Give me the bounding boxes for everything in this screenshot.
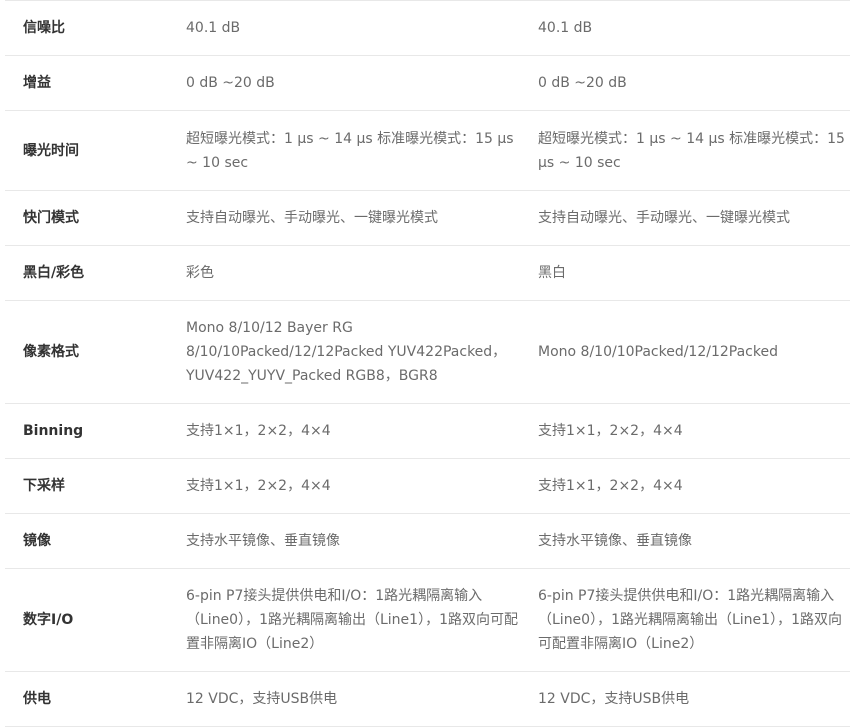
row-value-2: 支持水平镜像、垂直镜像 bbox=[538, 533, 692, 549]
row-value-1: 超短曝光模式：1 μs ~ 14 μs 标准曝光模式：15 μs ~ 10 se… bbox=[186, 130, 514, 171]
row-label: 黑白/彩色 bbox=[23, 265, 85, 281]
row-label: 下采样 bbox=[23, 478, 65, 494]
row-value-1: 支持1×1，2×2，4×4 bbox=[186, 423, 331, 439]
row-label: 供电 bbox=[23, 691, 51, 707]
row-value-2: 支持自动曝光、手动曝光、一键曝光模式 bbox=[538, 210, 790, 226]
row-label: Binning bbox=[23, 423, 84, 439]
row-value-2: 黑白 bbox=[538, 265, 566, 281]
row-label: 像素格式 bbox=[23, 344, 79, 360]
row-value-2: 支持1×1，2×2，4×4 bbox=[538, 423, 683, 439]
row-label: 信噪比 bbox=[23, 20, 65, 36]
table-row: 增益 0 dB ~20 dB 0 dB ~20 dB bbox=[5, 55, 850, 111]
row-label: 镜像 bbox=[23, 533, 51, 549]
table-row: 数字I/O 6-pin P7接头提供供电和I/O：1路光耦隔离输入（Line0）… bbox=[5, 568, 850, 672]
row-value-2: 0 dB ~20 dB bbox=[538, 75, 627, 91]
table-row: 曝光时间 超短曝光模式：1 μs ~ 14 μs 标准曝光模式：15 μs ~ … bbox=[5, 110, 850, 191]
row-value-1: 40.1 dB bbox=[186, 20, 241, 36]
table-row: 快门模式 支持自动曝光、手动曝光、一键曝光模式 支持自动曝光、手动曝光、一键曝光… bbox=[5, 190, 850, 246]
row-label: 数字I/O bbox=[23, 612, 74, 628]
row-value-1: 0 dB ~20 dB bbox=[186, 75, 275, 91]
row-value-1: 支持1×1，2×2，4×4 bbox=[186, 478, 331, 494]
table-row: 镜像 支持水平镜像、垂直镜像 支持水平镜像、垂直镜像 bbox=[5, 513, 850, 569]
table-row: 信噪比 40.1 dB 40.1 dB bbox=[5, 0, 850, 56]
row-label: 增益 bbox=[23, 75, 51, 91]
row-value-1: 支持自动曝光、手动曝光、一键曝光模式 bbox=[186, 210, 438, 226]
table-row: 黑白/彩色 彩色 黑白 bbox=[5, 245, 850, 301]
row-value-2: 12 VDC，支持USB供电 bbox=[538, 691, 690, 707]
table-row: 像素格式 Mono 8/10/12 Bayer RG 8/10/10Packed… bbox=[5, 300, 850, 404]
table-row: 下采样 支持1×1，2×2，4×4 支持1×1，2×2，4×4 bbox=[5, 458, 850, 514]
row-value-1: 6-pin P7接头提供供电和I/O：1路光耦隔离输入（Line0），1路光耦隔… bbox=[186, 588, 518, 652]
row-label: 曝光时间 bbox=[23, 142, 79, 159]
table-row: 供电 12 VDC，支持USB供电 12 VDC，支持USB供电 bbox=[5, 671, 850, 727]
row-value-1: Mono 8/10/12 Bayer RG 8/10/10Packed/12/1… bbox=[186, 320, 507, 384]
table-row: Binning 支持1×1，2×2，4×4 支持1×1，2×2，4×4 bbox=[5, 403, 850, 459]
row-value-2: Mono 8/10/10Packed/12/12Packed bbox=[538, 344, 778, 360]
row-value-1: 支持水平镜像、垂直镜像 bbox=[186, 533, 340, 549]
spec-table: 信噪比 40.1 dB 40.1 dB 增益 0 dB ~20 dB 0 dB … bbox=[5, 0, 850, 727]
row-value-2: 支持1×1，2×2，4×4 bbox=[538, 478, 683, 494]
row-value-2: 40.1 dB bbox=[538, 20, 593, 36]
row-value-1: 12 VDC，支持USB供电 bbox=[186, 691, 338, 707]
row-value-2: 6-pin P7接头提供供电和I/O：1路光耦隔离输入（Line0），1路光耦隔… bbox=[538, 588, 842, 652]
row-value-1: 彩色 bbox=[186, 265, 214, 281]
row-value-2: 超短曝光模式：1 μs ~ 14 μs 标准曝光模式：15 μs ~ 10 se… bbox=[538, 130, 845, 171]
row-label: 快门模式 bbox=[23, 210, 79, 226]
